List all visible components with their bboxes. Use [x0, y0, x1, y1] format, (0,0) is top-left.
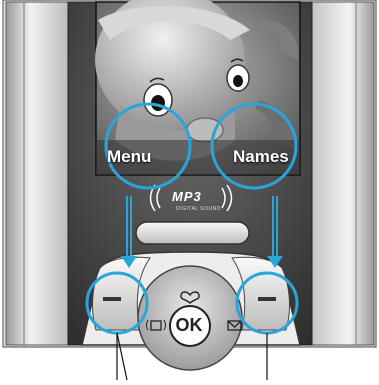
left-softkey-label: Menu	[107, 147, 152, 166]
ok-key-label: OK	[175, 315, 203, 335]
speaker-slot	[135, 221, 250, 245]
right-softkey-label: Names	[233, 147, 289, 166]
left-side-panel	[5, 1, 69, 346]
phone-diagram: Menu Names MP3 DIGITAL SOUND OK	[0, 0, 379, 381]
mp3-logo-subtext: DIGITAL SOUND	[176, 206, 221, 212]
right-side-panel	[311, 1, 375, 346]
mp3-logo-text: MP3	[172, 189, 202, 204]
